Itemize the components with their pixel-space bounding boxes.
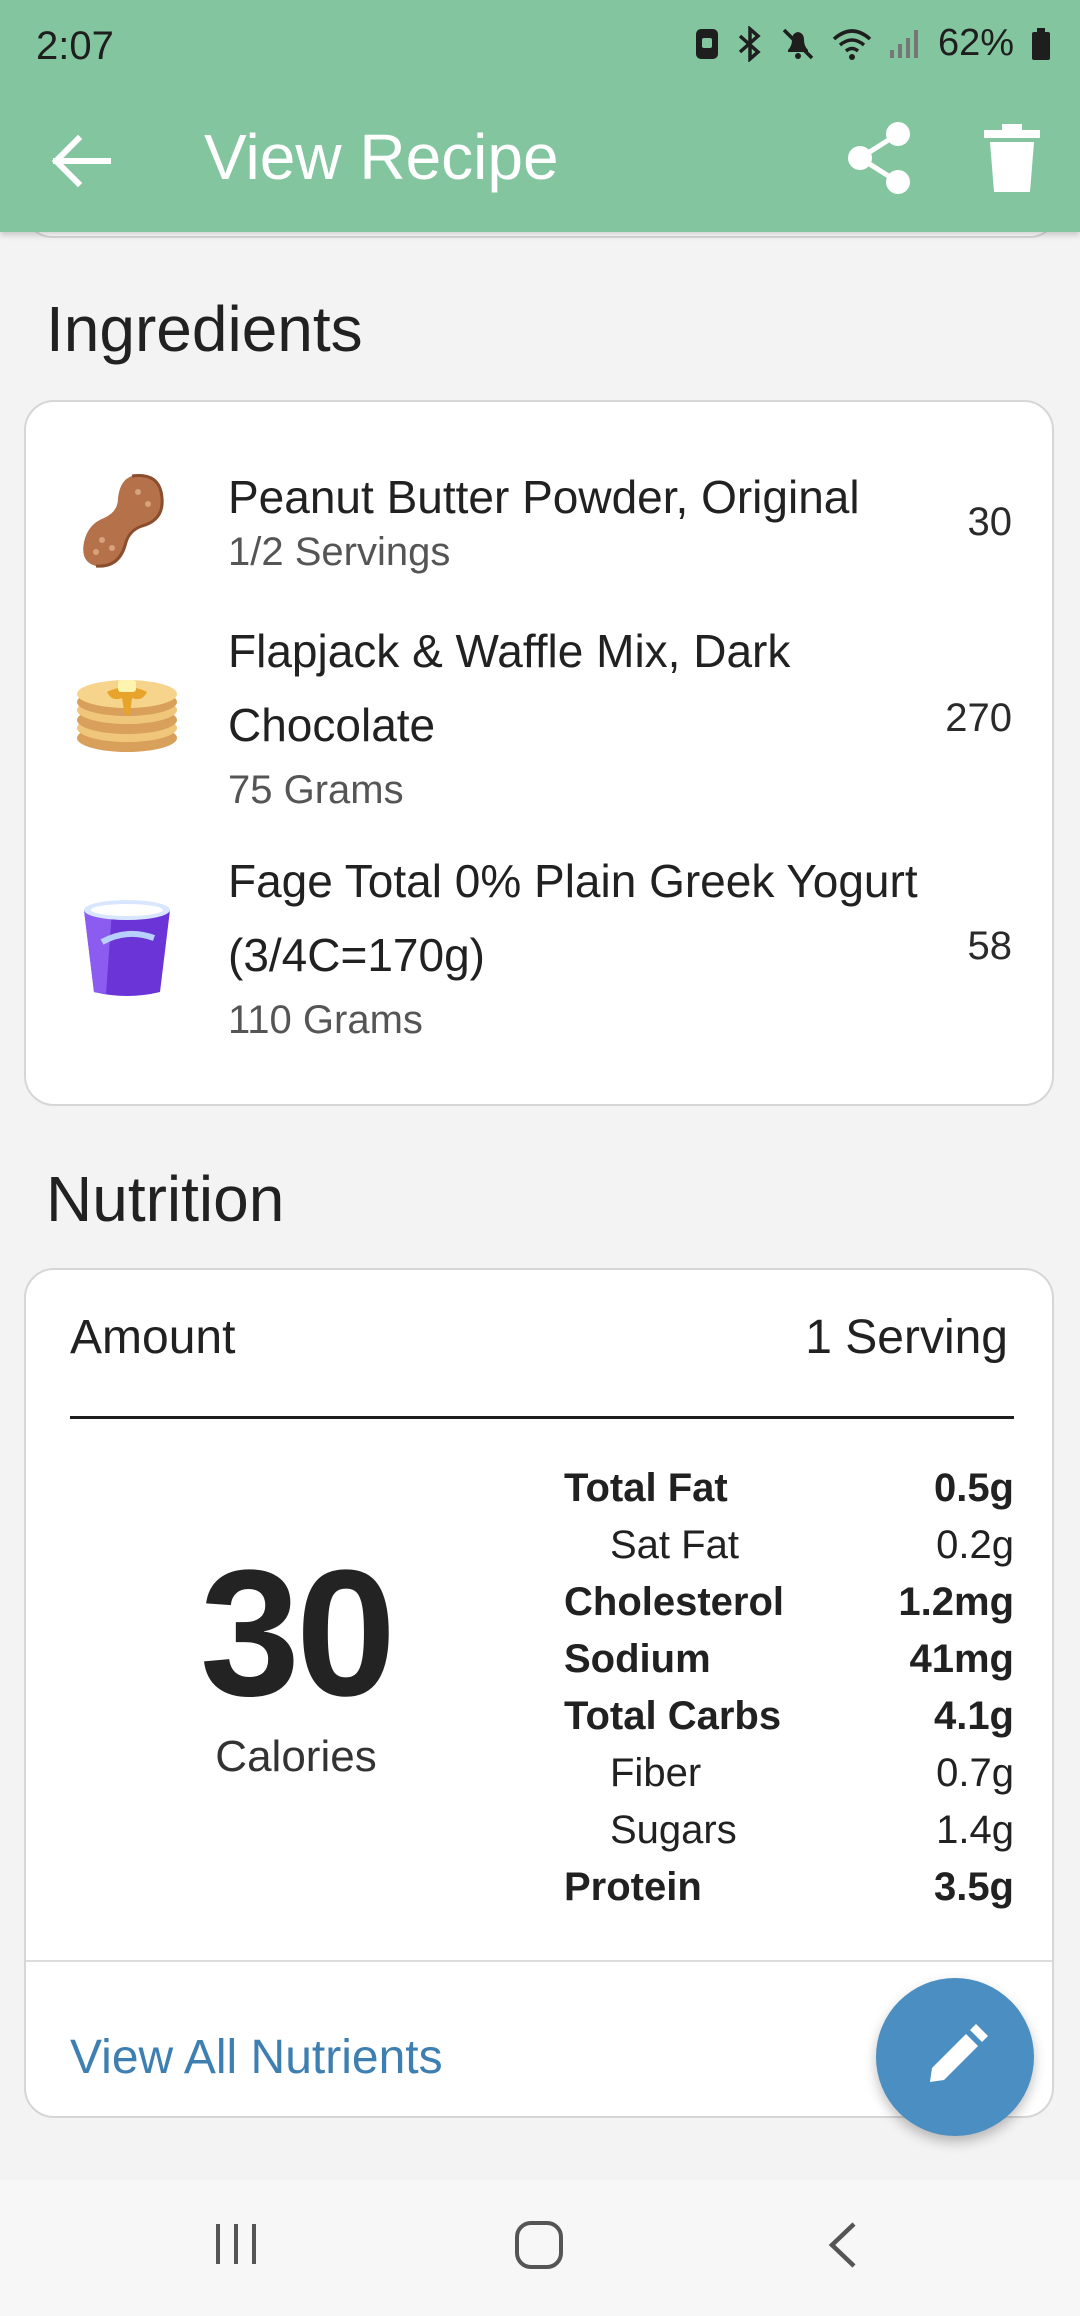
- pencil-icon: [930, 2024, 988, 2082]
- nutrient-row-protein: Protein 3.5g: [564, 1865, 1014, 1922]
- nutrient-value: 0.7g: [936, 1751, 1014, 1795]
- page-title: View Recipe: [204, 121, 559, 193]
- ingredient-amount: 110 Grams: [228, 998, 423, 1042]
- nutrient-label: Sat Fat: [610, 1523, 739, 1567]
- nutrition-card: Amount 1 Serving 30 Calories Total Fat 0…: [24, 1268, 1054, 2118]
- ingredient-calories: 30: [967, 500, 1013, 544]
- divider: [70, 1416, 1014, 1419]
- nutrient-row-total-carbs: Total Carbs 4.1g: [564, 1694, 1014, 1751]
- serving-size[interactable]: 1 Serving: [805, 1310, 1008, 1365]
- battery-percent: 62%: [937, 22, 1014, 64]
- nutrition-heading: Nutrition: [46, 1163, 285, 1235]
- yogurt-cup-icon: [84, 900, 170, 996]
- wifi-icon: [832, 28, 872, 60]
- share-icon[interactable]: [840, 118, 920, 198]
- ingredient-row[interactable]: Flapjack & Waffle Mix, Dark Chocolate 75…: [26, 614, 1056, 814]
- nutrient-label: Total Fat: [564, 1466, 728, 1510]
- status-icons: 62%: [694, 22, 1052, 65]
- ingredient-name: Fage Total 0% Plain Greek Yogurt (3/4C=1…: [228, 855, 918, 981]
- nutrient-row-sugars: Sugars 1.4g: [564, 1808, 1014, 1865]
- back-arrow-icon[interactable]: [46, 126, 116, 196]
- nutrient-label: Sugars: [610, 1808, 737, 1852]
- calories-value: 30: [199, 1533, 396, 1734]
- nutrient-value: 4.1g: [933, 1694, 1014, 1738]
- ingredient-name: Peanut Butter Powder, Original: [228, 471, 860, 523]
- ingredients-card: Peanut Butter Powder, Original 1/2 Servi…: [24, 400, 1054, 1106]
- nutrient-value: 0.2g: [936, 1523, 1014, 1567]
- bluetooth-icon: [738, 25, 761, 62]
- nutrient-label: Protein: [564, 1865, 702, 1909]
- amount-label: Amount: [70, 1311, 236, 1364]
- pancakes-icon: [77, 680, 177, 752]
- nutrient-row-cholesterol: Cholesterol 1.2mg: [564, 1580, 1014, 1637]
- nutrient-value: 0.5g: [933, 1466, 1014, 1510]
- nutrient-row-total-fat: Total Fat 0.5g: [564, 1466, 1014, 1523]
- status-time: 2:07: [36, 24, 114, 68]
- recent-apps-icon[interactable]: [212, 2218, 262, 2270]
- trash-icon[interactable]: [980, 122, 1044, 194]
- ingredient-name: Flapjack & Waffle Mix, Dark Chocolate: [228, 625, 791, 751]
- ingredient-amount: 1/2 Servings: [228, 530, 451, 574]
- nutrient-row-sat-fat: Sat Fat 0.2g: [564, 1523, 1014, 1580]
- nutrient-label: Sodium: [564, 1637, 711, 1681]
- peanut-icon: [83, 473, 164, 568]
- home-icon[interactable]: [512, 2218, 566, 2272]
- view-all-nutrients-link[interactable]: View All Nutrients: [70, 2030, 443, 2085]
- nutrient-label: Fiber: [610, 1751, 702, 1795]
- nutrient-value: 3.5g: [933, 1865, 1014, 1909]
- nutrient-row-sodium: Sodium 41mg: [564, 1637, 1014, 1694]
- nutrient-value: 1.4g: [936, 1808, 1014, 1852]
- ingredient-calories: 58: [967, 924, 1013, 968]
- ingredient-row[interactable]: Peanut Butter Powder, Original 1/2 Servi…: [26, 402, 1056, 580]
- ingredient-calories: 270: [945, 696, 1012, 740]
- nutrient-value: 41mg: [909, 1637, 1015, 1681]
- mute-icon: [782, 28, 814, 59]
- ingredients-heading: Ingredients: [46, 293, 363, 365]
- nutrient-label: Cholesterol: [564, 1580, 785, 1624]
- nutrient-row-fiber: Fiber 0.7g: [564, 1751, 1014, 1808]
- signal-icon: [889, 29, 918, 58]
- battery-icon: [1032, 27, 1050, 60]
- toolbar: View Recipe: [0, 92, 1080, 232]
- nutrient-value: 1.2mg: [898, 1580, 1014, 1624]
- edit-recipe-button[interactable]: [876, 1978, 1034, 2136]
- status-bar: 2:07 62%: [0, 0, 1080, 92]
- screenshot-icon: [695, 28, 718, 59]
- ingredient-amount: 75 Grams: [228, 768, 404, 812]
- system-nav-bar: [0, 2180, 1080, 2316]
- ingredient-row[interactable]: Fage Total 0% Plain Greek Yogurt (3/4C=1…: [26, 844, 1056, 1044]
- nutrient-label: Total Carbs: [564, 1694, 782, 1738]
- app-bar: 2:07 62% View Recipe: [0, 0, 1080, 232]
- back-nav-icon[interactable]: [818, 2218, 868, 2272]
- divider: [26, 1960, 1052, 1962]
- calories-label: Calories: [215, 1732, 377, 1781]
